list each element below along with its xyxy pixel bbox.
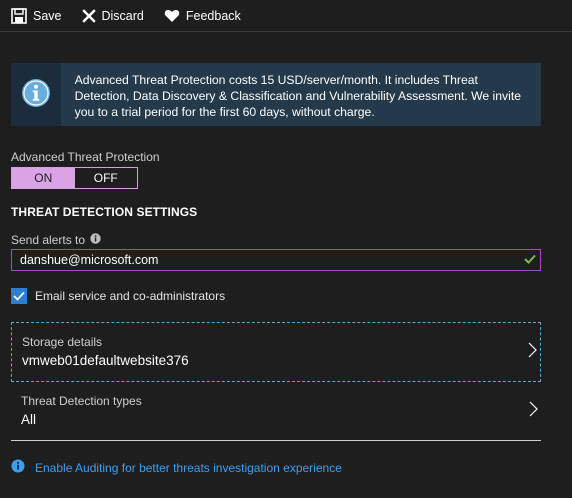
feedback-button[interactable]: Feedback: [164, 0, 241, 32]
atp-label: Advanced Threat Protection: [11, 150, 160, 164]
banner-text: Advanced Threat Protection costs 15 USD/…: [74, 73, 521, 119]
email-admins-label: Email service and co-administrators: [35, 289, 226, 303]
email-field[interactable]: danshue@microsoft.com: [11, 249, 541, 271]
feedback-label: Feedback: [185, 8, 241, 23]
save-label: Save: [33, 8, 62, 23]
email-admins-checkbox-row[interactable]: Email service and co-administrators: [11, 288, 225, 304]
checkbox-check-icon: [13, 291, 25, 301]
send-alerts-label: Send alerts to: [11, 233, 86, 247]
heart-icon: [164, 9, 180, 23]
section-title: THREAT DETECTION SETTINGS: [11, 205, 198, 219]
email-admins-checkbox[interactable]: [11, 288, 27, 304]
atp-on-option[interactable]: ON: [12, 168, 75, 188]
info-icon: [11, 459, 25, 476]
chevron-right-icon: [528, 342, 537, 361]
close-icon: [81, 8, 96, 23]
threat-detection-types-label: Threat Detection types: [21, 394, 142, 408]
send-alerts-label-row: Send alerts to: [11, 233, 101, 247]
atp-off-option[interactable]: OFF: [75, 168, 138, 188]
enable-auditing-link[interactable]: Enable Auditing for better threats inves…: [35, 461, 342, 475]
pricing-info-banner: Advanced Threat Protection costs 15 USD/…: [11, 63, 541, 126]
discard-label: Discard: [101, 8, 144, 23]
command-bar: Save Discard Feedback: [0, 0, 572, 32]
save-button[interactable]: Save: [11, 0, 62, 32]
storage-details-label: Storage details: [22, 335, 103, 349]
save-icon: [11, 7, 27, 24]
auditing-hint-row: Enable Auditing for better threats inves…: [11, 459, 342, 476]
discard-button[interactable]: Discard: [81, 0, 144, 32]
email-value[interactable]: danshue@microsoft.com: [12, 253, 524, 267]
storage-details-row[interactable]: Storage details vmweb01defaultwebsite376: [11, 322, 541, 382]
threat-detection-types-row[interactable]: Threat Detection types All: [11, 382, 541, 441]
banner-icon-column: [11, 63, 61, 126]
info-icon[interactable]: [90, 233, 101, 247]
storage-details-value: vmweb01defaultwebsite376: [22, 353, 189, 368]
chevron-right-icon: [529, 401, 538, 420]
threat-detection-types-value: All: [21, 412, 37, 427]
checkmark-icon: [524, 253, 536, 267]
info-icon: [21, 78, 51, 111]
atp-toggle: ON OFF: [11, 167, 138, 189]
